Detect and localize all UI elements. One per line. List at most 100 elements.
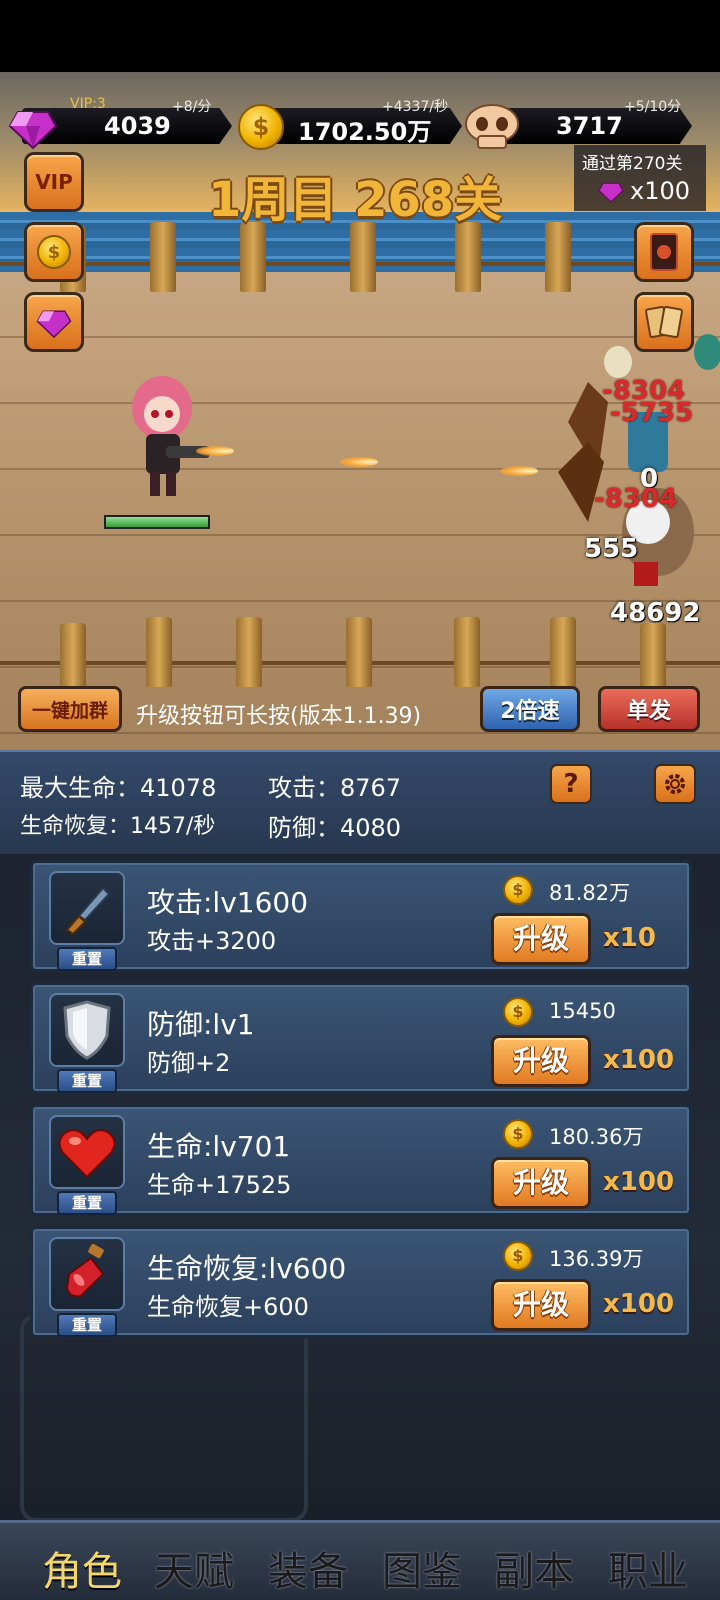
upgrade-cost: 81.82万 xyxy=(549,881,631,905)
fence-top xyxy=(0,222,720,292)
upgrade-button[interactable]: 升级 xyxy=(491,1279,591,1331)
defense-thumb xyxy=(49,993,125,1067)
gem-icon xyxy=(36,310,72,339)
tab-dungeon[interactable]: 副本 xyxy=(494,1539,574,1597)
reset-button[interactable]: 重置 xyxy=(57,947,117,971)
status-bar xyxy=(0,0,720,72)
upgrade-hint: 升级按钮可长按(版本1.1.39) xyxy=(136,704,422,729)
stage-title: 1周目 268关 xyxy=(208,172,503,228)
regen-thumb xyxy=(49,1237,125,1311)
vip-level: VIP:3 xyxy=(70,96,106,112)
damage-number: -8304 xyxy=(594,484,678,514)
fire-mode-button[interactable]: 单发 xyxy=(598,686,700,732)
bullet xyxy=(340,457,378,467)
stage-reward: 通过第270关 x100 xyxy=(574,145,706,211)
skull-counter: 3717 +5/10分 xyxy=(464,99,694,149)
heart-icon xyxy=(58,1129,116,1179)
upgrade-button[interactable]: 升级 xyxy=(491,1157,591,1209)
vip-button[interactable]: VIP xyxy=(24,152,84,212)
reward-amount: x100 xyxy=(630,177,691,205)
skull-rate: +5/10分 xyxy=(624,99,682,115)
upgrade-card-attack: 重置 攻击:lv1600 攻击+3200 $ 81.82万 升级 x10 xyxy=(30,860,692,972)
resource-bar: VIP:3 4039 +8/分 $ 1702.50万 +4337/秒 3717 … xyxy=(0,92,720,150)
upgrade-button[interactable]: 升级 xyxy=(491,1035,591,1087)
damage-number: 555 xyxy=(584,534,639,564)
coin-icon: $ xyxy=(503,875,533,905)
bullet xyxy=(500,466,538,476)
upgrade-bonus: 生命+17525 xyxy=(147,1171,292,1199)
bullet xyxy=(196,446,234,456)
coin-counter: $ 1702.50万 +4337/秒 xyxy=(238,99,462,150)
upgrade-bonus: 防御+2 xyxy=(147,1049,231,1077)
upgrade-bonus: 攻击+3200 xyxy=(147,927,277,955)
upgrade-bonus: 生命恢复+600 xyxy=(147,1293,309,1321)
reward-text: 通过第270关 xyxy=(582,154,683,174)
coin-rate: +4337/秒 xyxy=(382,99,449,115)
upgrade-button[interactable]: 升级 xyxy=(491,913,591,965)
gem-counter: VIP:3 4039 +8/分 xyxy=(0,96,232,150)
bottom-nav: 角色 天赋 装备 图鉴 副本 职业 xyxy=(0,1520,720,1600)
hp-thumb xyxy=(49,1115,125,1189)
reset-button[interactable]: 重置 xyxy=(57,1069,117,1093)
skull-icon xyxy=(465,104,519,149)
gem-count: 4039 xyxy=(104,112,171,140)
tab-equipment[interactable]: 装备 xyxy=(268,1539,348,1597)
attack-stat: 攻击：8767 xyxy=(268,774,402,802)
help-icon: ? xyxy=(563,769,579,799)
upgrade-cost: 180.36万 xyxy=(549,1125,644,1149)
upgrade-cost: 136.39万 xyxy=(549,1247,644,1271)
coin-shop-button[interactable]: $ xyxy=(24,222,84,282)
defense-stat: 防御：4080 xyxy=(268,814,402,842)
upgrade-name: 攻击:lv1600 xyxy=(147,886,309,919)
upgrade-multiplier[interactable]: x10 xyxy=(603,923,656,953)
coin-count: 1702.50万 xyxy=(298,118,432,146)
help-button[interactable]: ? xyxy=(550,764,592,804)
reset-button[interactable]: 重置 xyxy=(57,1313,117,1337)
hero-health-bar xyxy=(104,515,210,529)
hero-character xyxy=(132,376,210,496)
card-icon xyxy=(650,233,678,271)
gem-icon xyxy=(598,182,624,203)
potion-icon xyxy=(65,1244,105,1298)
knife-icon xyxy=(65,886,111,936)
upgrade-name: 生命:lv701 xyxy=(147,1130,291,1163)
coin-icon: $ xyxy=(238,104,284,150)
upgrade-name: 生命恢复:lv600 xyxy=(147,1252,347,1285)
gem-rate: +8/分 xyxy=(172,99,212,115)
upgrade-multiplier[interactable]: x100 xyxy=(603,1167,674,1197)
enemy-group xyxy=(558,334,720,586)
tab-character[interactable]: 角色 xyxy=(42,1539,122,1597)
shield-icon xyxy=(63,1000,111,1060)
regen-stat: 生命恢复：1457/秒 xyxy=(20,814,216,839)
card-deck-button[interactable] xyxy=(634,222,694,282)
tab-class[interactable]: 职业 xyxy=(608,1539,688,1597)
upgrade-card-defense: 重置 防御:lv1 防御+2 $ 15450 升级 x100 xyxy=(30,982,692,1094)
fence-bottom xyxy=(0,617,720,687)
battle-scene: VIP:3 4039 +8/分 $ 1702.50万 +4337/秒 3717 … xyxy=(0,72,720,750)
speed-button[interactable]: 2倍速 xyxy=(480,686,580,732)
damage-number: -5735 xyxy=(610,398,694,428)
coin-icon: $ xyxy=(503,1119,533,1149)
gem-icon xyxy=(8,111,58,150)
max-hp-stat: 最大生命：41078 xyxy=(20,774,217,802)
coin-icon: $ xyxy=(37,235,71,269)
tab-talent[interactable]: 天赋 xyxy=(154,1539,234,1597)
upgrade-list: 重置 攻击:lv1600 攻击+3200 $ 81.82万 升级 x10 重置 … xyxy=(0,854,720,1522)
upgrade-multiplier[interactable]: x100 xyxy=(603,1289,674,1319)
tab-codex[interactable]: 图鉴 xyxy=(382,1539,462,1597)
coin-icon: $ xyxy=(503,997,533,1027)
upgrade-multiplier[interactable]: x100 xyxy=(603,1045,674,1075)
gear-icon xyxy=(665,774,685,794)
settings-button[interactable] xyxy=(654,764,696,804)
join-group-button[interactable]: 一键加群 xyxy=(18,686,122,732)
stats-panel: 最大生命：41078 攻击：8767 生命恢复：1457/秒 防御：4080 ? xyxy=(0,750,720,854)
upgrade-name: 防御:lv1 xyxy=(147,1008,255,1041)
upgrade-card-regen: 重置 生命恢复:lv600 生命恢复+600 $ 136.39万 升级 x100 xyxy=(30,1226,692,1338)
gem-shop-button[interactable] xyxy=(24,292,84,352)
action-row: 一键加群 升级按钮可长按(版本1.1.39) 2倍速 单发 xyxy=(0,678,720,750)
upgrade-card-hp: 重置 生命:lv701 生命+17525 $ 180.36万 升级 x100 xyxy=(30,1104,692,1216)
upgrade-cost: 15450 xyxy=(549,999,616,1023)
hero-health-fill xyxy=(106,517,208,527)
reset-button[interactable]: 重置 xyxy=(57,1191,117,1215)
skull-count: 3717 xyxy=(556,112,623,140)
